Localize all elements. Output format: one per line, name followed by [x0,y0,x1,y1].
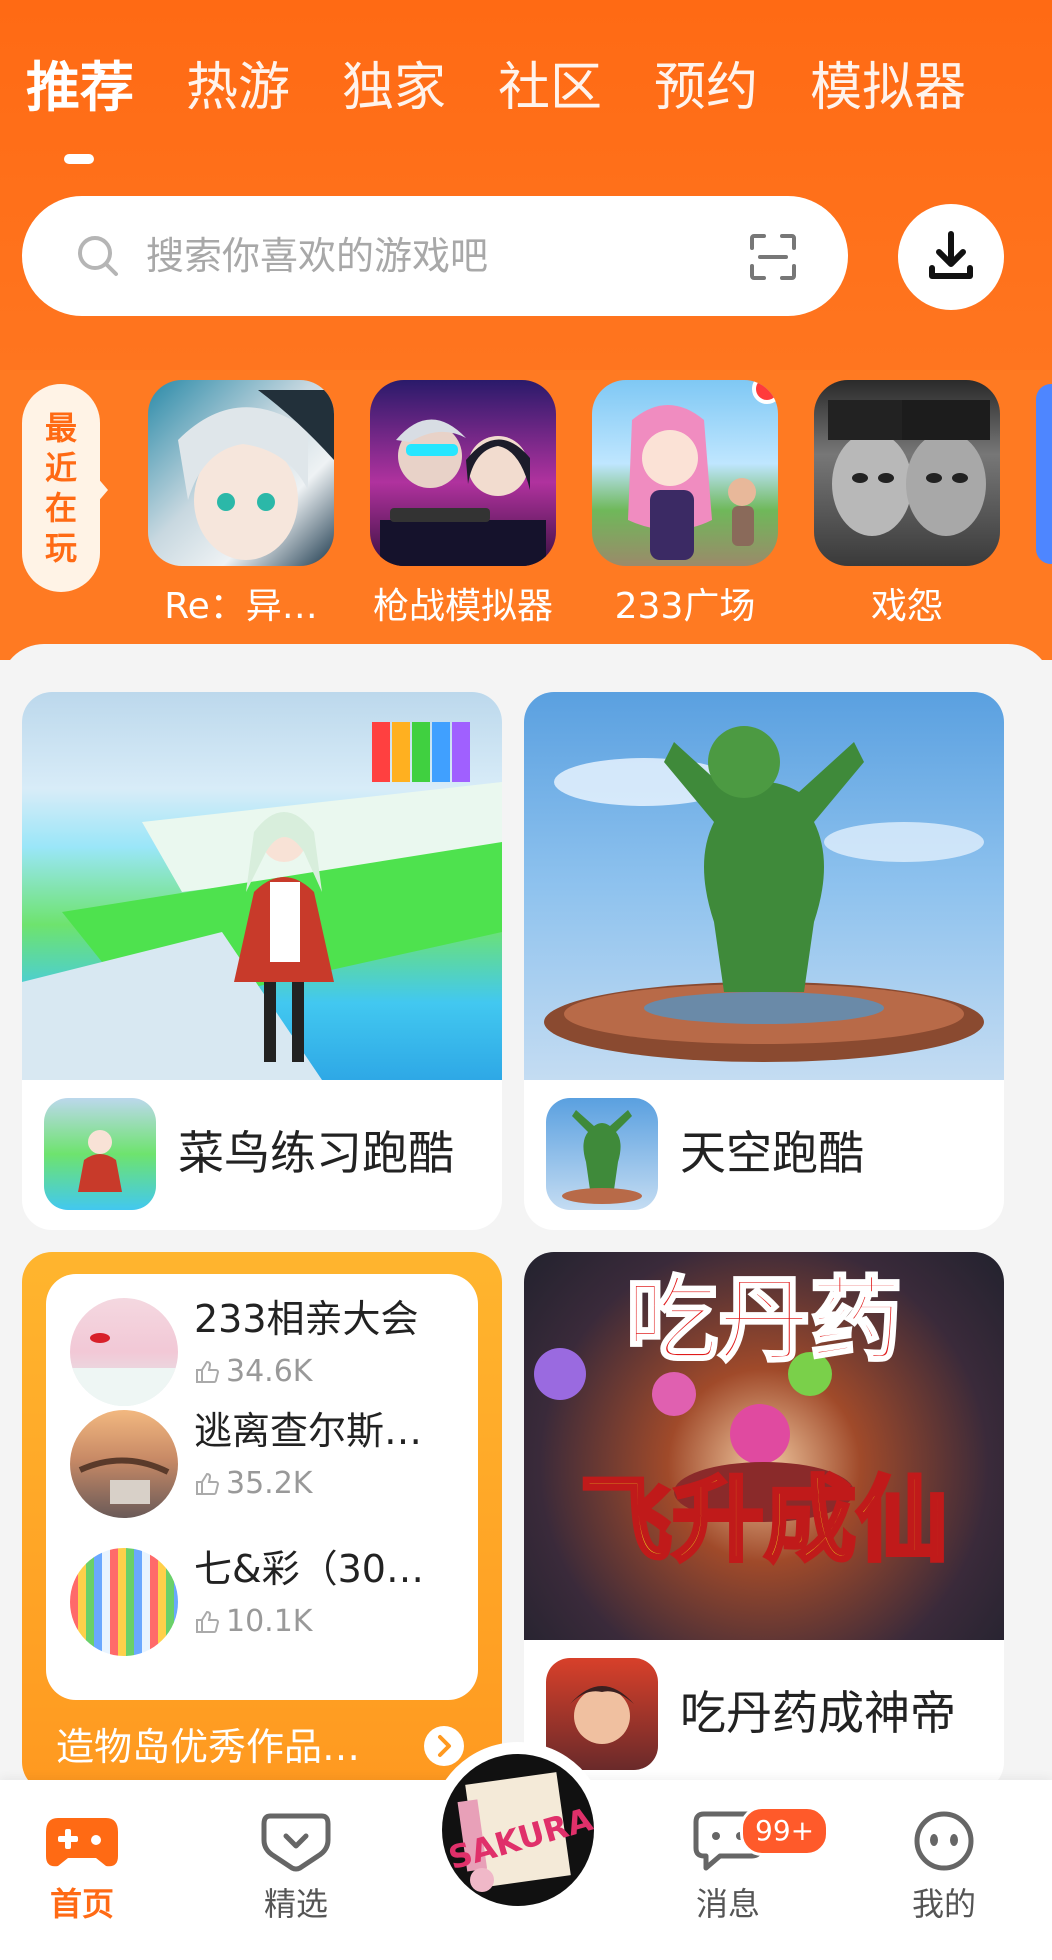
active-tab-indicator [64,154,94,164]
recent-game-re[interactable]: Re：异… [148,380,334,627]
recent-game-233-plaza[interactable]: 233广场 [592,380,778,627]
recent-label-pointer [96,476,108,504]
game-icon [592,380,778,566]
nav-mine[interactable]: 我的 [874,1810,1014,1926]
download-button[interactable] [898,204,1004,310]
ugc-item[interactable]: 233相亲大会 34.6K [70,1294,470,1406]
game-title: 吃丹药成神帝 [680,1686,956,1740]
profile-face-icon [914,1811,974,1871]
ugc-likes: 35.2K [194,1464,312,1504]
nav-label: 首页 [49,1885,114,1923]
ugc-name: 逃离查尔斯… [194,1409,423,1453]
ugc-showcase-card[interactable]: 233相亲大会 34.6K 逃离查尔斯… 35.2K 七&彩（30… 10.1K [22,1252,502,1792]
thumbs-up-icon [196,1360,220,1383]
search-icon [78,236,118,276]
gamepad-icon [46,1818,118,1867]
ugc-thumbnail [70,1548,178,1656]
ugc-thumbnail [70,1298,178,1406]
game-icon [546,1098,658,1210]
ugc-likes: 10.1K [194,1602,312,1642]
game-card-sky-parkour[interactable]: 天空跑酷 [524,692,1004,1230]
game-name: 戏怨 [870,586,943,627]
search-bar[interactable]: 搜索你喜欢的游戏吧 [22,196,848,316]
banner-title-top: 吃丹药 [626,1266,902,1374]
ugc-footer-link[interactable]: 造物岛优秀作品… [56,1720,360,1774]
recent-game-xiyuan[interactable]: 戏怨 [814,380,1000,627]
ugc-name: 七&彩（30… [194,1547,424,1591]
ugc-thumbnail [70,1410,178,1518]
game-icon [148,380,334,566]
nav-label: 消息 [695,1885,760,1923]
ugc-name: 233相亲大会 [194,1297,419,1341]
ugc-item[interactable]: 七&彩（30… 10.1K [70,1544,470,1656]
unread-badge: 99+ [740,1806,830,1856]
nav-featured[interactable]: 精选 [226,1810,366,1926]
game-card-parkour-practice[interactable]: 菜鸟练习跑酷 [22,692,502,1230]
center-avatar: SAKURA [442,1754,594,1906]
game-title: 天空跑酷 [680,1126,864,1180]
game-icon [370,380,556,566]
card-banner: 吃丹药 飞升成仙 [524,1252,1004,1640]
game-icon [44,1098,156,1210]
recent-label: 最 近 在 玩 [22,384,100,592]
banner-title-bottom: 飞升成仙 [580,1466,948,1574]
nav-label: 我的 [911,1885,976,1923]
card-banner [524,692,1004,1080]
card-banner [22,692,502,1080]
tab-recommend[interactable]: 推荐 [26,48,134,128]
recent-game-gun-sim[interactable]: 枪战模拟器 [370,380,556,627]
game-icon [546,1658,658,1770]
nav-home[interactable]: 首页 [12,1810,152,1926]
ugc-item[interactable]: 逃离查尔斯… 35.2K [70,1406,470,1518]
game-title: 菜鸟练习跑酷 [178,1126,454,1180]
tab-exclusive[interactable]: 独家 [342,48,446,128]
ugc-likes: 34.6K [194,1352,312,1392]
game-name: 枪战模拟器 [372,586,553,627]
search-input[interactable]: 搜索你喜欢的游戏吧 [146,226,488,286]
game-name: 233广场 [614,586,756,627]
tab-community[interactable]: 社区 [498,48,602,128]
thumbs-up-icon [196,1610,220,1633]
nav-label: 精选 [263,1885,328,1923]
game-icon [814,380,1000,566]
tab-reserve[interactable]: 预约 [654,48,758,128]
heart-badge-icon [261,1813,331,1872]
category-tabs: 推荐 热游 独家 社区 预约 模拟器 [26,48,1018,128]
scan-icon[interactable] [748,232,798,282]
thumbs-up-icon [196,1472,220,1495]
game-name: Re：异… [164,586,318,627]
game-card-danyao[interactable]: 吃丹药 飞升成仙 吃丹药成神帝 [524,1252,1004,1792]
download-icon [929,231,973,279]
chevron-right-icon[interactable] [424,1726,464,1766]
recent-game-partial[interactable] [1036,384,1052,564]
ugc-list: 233相亲大会 34.6K 逃离查尔斯… 35.2K 七&彩（30… 10.1K [46,1274,478,1700]
tab-emulator[interactable]: 模拟器 [810,48,966,128]
tab-hot[interactable]: 热游 [186,48,290,128]
center-creation-button[interactable]: SAKURA [430,1742,606,1918]
